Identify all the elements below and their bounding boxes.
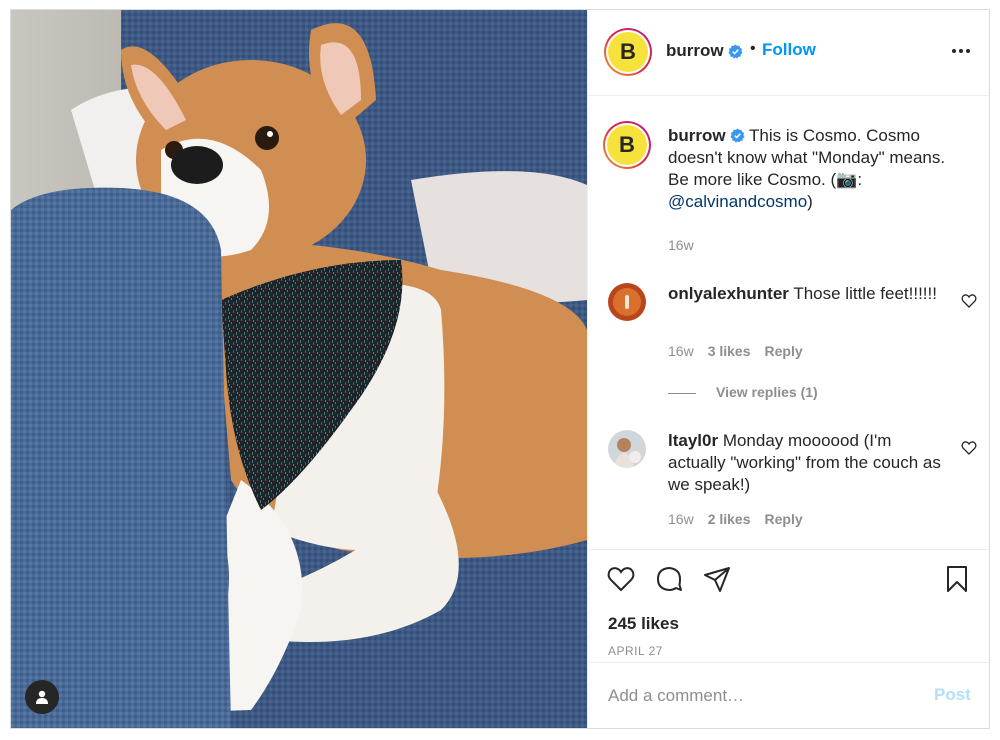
more-options-icon[interactable]	[948, 40, 974, 62]
commenter-photo	[608, 430, 646, 468]
comments-section[interactable]: B burrow This is Cosmo. Cosmo doesn't kn…	[588, 97, 989, 549]
user-tag-button[interactable]	[25, 680, 59, 714]
reply-button[interactable]: Reply	[765, 343, 803, 359]
post-details-panel: B burrow • Follow B burrow This is Cosmo…	[587, 10, 989, 728]
caption-time[interactable]: 16w	[668, 237, 694, 253]
comment-text: ltayl0r Monday moooood (I'm actually "wo…	[668, 430, 953, 496]
comment-likes[interactable]: 2 likes	[708, 511, 751, 527]
view-replies-label: View replies (1)	[716, 384, 818, 400]
caption-author-avatar[interactable]: B	[603, 121, 651, 169]
post-photo[interactable]	[11, 10, 587, 728]
action-bar: 245 likes APRIL 27	[588, 549, 989, 663]
caption-username[interactable]: burrow	[668, 126, 726, 145]
heart-icon[interactable]	[606, 564, 636, 594]
separator-dot: •	[750, 40, 756, 57]
comment-time[interactable]: 16w	[668, 343, 694, 359]
comment-text: onlyalexhunter Those little feet!!!!!!	[668, 283, 953, 305]
bookmark-icon[interactable]	[942, 564, 972, 594]
post-header: B burrow • Follow	[588, 10, 989, 96]
verified-badge-icon	[728, 44, 743, 59]
comment-body: Those little feet!!!!!!	[788, 284, 937, 303]
comment-icon[interactable]	[654, 564, 684, 594]
post-date[interactable]: APRIL 27	[608, 644, 663, 658]
paper-plane-icon[interactable]	[702, 564, 732, 594]
commenter-photo	[608, 283, 646, 321]
author-username[interactable]: burrow	[666, 41, 724, 61]
add-comment-input[interactable]	[608, 683, 908, 709]
comment-time[interactable]: 16w	[668, 511, 694, 527]
comment-meta: 16w 2 likes Reply	[668, 511, 817, 527]
comment-username[interactable]: ltayl0r	[668, 431, 718, 450]
verified-badge-icon	[730, 128, 745, 143]
avatar-letter: B	[620, 39, 636, 64]
comment-meta: 16w 3 likes Reply	[668, 343, 817, 359]
comment-like-heart-icon[interactable]	[961, 440, 977, 456]
commenter-avatar[interactable]	[608, 283, 646, 321]
likes-count[interactable]: 245 likes	[608, 614, 679, 634]
comment-username[interactable]: onlyalexhunter	[668, 284, 789, 303]
avatar-letter: B	[619, 132, 635, 157]
caption-mention-link[interactable]: @calvinandcosmo	[668, 192, 807, 211]
post-comment-button[interactable]: Post	[934, 685, 971, 705]
comment-likes[interactable]: 3 likes	[708, 343, 751, 359]
add-comment-bar: Post	[588, 662, 989, 728]
corgi-on-couch-image	[11, 10, 587, 728]
follow-button[interactable]: Follow	[762, 40, 816, 60]
caption-meta: 16w	[668, 237, 708, 253]
caption-text: burrow This is Cosmo. Cosmo doesn't know…	[668, 125, 968, 213]
commenter-avatar[interactable]	[608, 430, 646, 468]
instagram-post: B burrow • Follow B burrow This is Cosmo…	[10, 9, 990, 729]
comment-like-heart-icon[interactable]	[961, 293, 977, 309]
replies-line	[668, 392, 696, 394]
view-replies-button[interactable]: View replies (1)	[668, 384, 818, 400]
person-icon	[36, 690, 48, 704]
reply-button[interactable]: Reply	[765, 511, 803, 527]
caption-close: )	[807, 192, 813, 211]
author-avatar[interactable]: B	[604, 28, 652, 76]
